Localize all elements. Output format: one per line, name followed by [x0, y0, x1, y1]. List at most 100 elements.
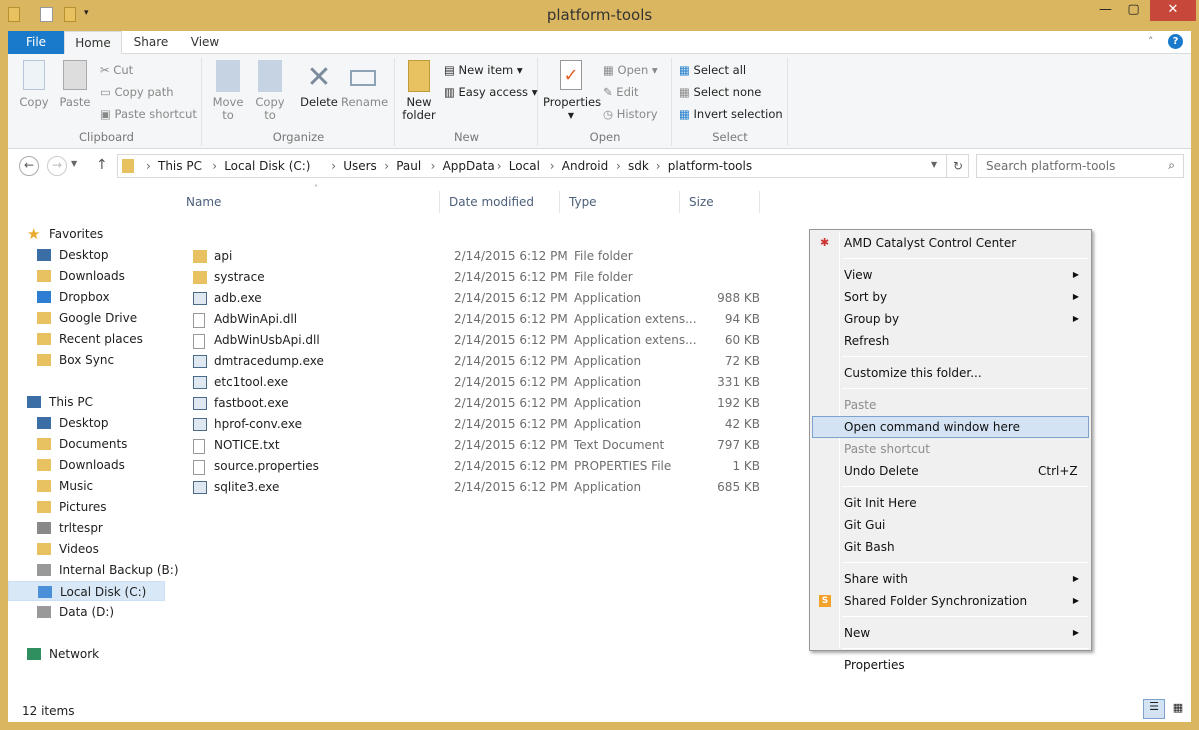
- breadcrumb-separator-icon[interactable]: ›: [212, 159, 217, 173]
- file-row[interactable]: NOTICE.txt 2/14/2015 6:12 PM Text Document…: [184, 435, 764, 456]
- nav-item-downloads[interactable]: Downloads: [8, 455, 165, 475]
- back-button[interactable]: ←: [19, 156, 39, 176]
- breadcrumb-item[interactable]: platform-tools: [668, 159, 752, 173]
- file-row[interactable]: dmtracedump.exe 2/14/2015 6:12 PM Applicat…: [184, 351, 764, 372]
- menu-item-view[interactable]: View ▶: [812, 264, 1089, 286]
- nav-item-google-drive[interactable]: Google Drive: [8, 308, 165, 328]
- breadcrumb-item[interactable]: sdk: [628, 159, 649, 173]
- open-button[interactable]: ▦ Open ▾: [603, 60, 658, 80]
- file-row[interactable]: AdbWinApi.dll 2/14/2015 6:12 PM Applicatio…: [184, 309, 764, 330]
- menu-item-open-command-window-here[interactable]: Open command window here: [812, 416, 1089, 438]
- breadcrumb-separator-icon[interactable]: ›: [331, 159, 336, 173]
- column-header-size[interactable]: Size: [680, 191, 760, 213]
- menu-item-group-by[interactable]: Group by ▶: [812, 308, 1089, 330]
- nav-item-trltespr[interactable]: trltespr: [8, 518, 165, 538]
- properties-button[interactable]: ✓ Properties ▼: [543, 60, 601, 122]
- nav-item-documents[interactable]: Documents: [8, 434, 165, 454]
- nav-item-local-disk-c-[interactable]: Local Disk (C:): [8, 581, 165, 601]
- file-row[interactable]: etc1tool.exe 2/14/2015 6:12 PM Application…: [184, 372, 764, 393]
- collapse-ribbon-icon[interactable]: ˄: [1148, 35, 1154, 48]
- nav-item-favorites[interactable]: ★ Favorites: [8, 224, 165, 244]
- breadcrumb-item[interactable]: Android: [562, 159, 608, 173]
- nav-item-downloads[interactable]: Downloads: [8, 266, 165, 286]
- menu-item-sort-by[interactable]: Sort by ▶: [812, 286, 1089, 308]
- nav-item-videos[interactable]: Videos: [8, 539, 165, 559]
- nav-item-desktop[interactable]: Desktop: [8, 245, 165, 265]
- address-dropdown-icon[interactable]: ▼: [931, 160, 937, 169]
- file-row[interactable]: adb.exe 2/14/2015 6:12 PM Application 988 K…: [184, 288, 764, 309]
- nav-item-desktop[interactable]: Desktop: [8, 413, 165, 433]
- menu-item-properties[interactable]: Properties: [812, 654, 1089, 676]
- breadcrumb-item[interactable]: Local Disk (C:): [224, 159, 310, 173]
- refresh-icon[interactable]: ↻: [946, 155, 969, 177]
- easy-access-button[interactable]: ▥ Easy access ▾: [444, 82, 537, 102]
- tab-share[interactable]: Share: [126, 31, 176, 54]
- menu-item-new[interactable]: New ▶: [812, 622, 1089, 644]
- copy-path-button[interactable]: ▭ Copy path: [100, 82, 174, 102]
- breadcrumb-item[interactable]: This PC: [158, 159, 202, 173]
- help-button[interactable]: ?: [1168, 34, 1183, 49]
- large-icons-view-button[interactable]: ▦: [1168, 701, 1188, 719]
- breadcrumb-item[interactable]: Paul: [396, 159, 421, 173]
- tab-home[interactable]: Home: [64, 31, 122, 54]
- menu-item-git-bash[interactable]: Git Bash: [812, 536, 1089, 558]
- breadcrumb-separator-icon[interactable]: ›: [550, 159, 555, 173]
- nav-item-box-sync[interactable]: Box Sync: [8, 350, 165, 370]
- tab-file[interactable]: File: [8, 31, 64, 54]
- move-to-button[interactable]: Move to: [211, 60, 245, 122]
- column-header-type[interactable]: Type: [560, 191, 680, 213]
- delete-button[interactable]: ✕ Delete: [299, 60, 339, 109]
- file-row[interactable]: systrace 2/14/2015 6:12 PM File folder: [184, 267, 764, 288]
- menu-item-customize-this-folder[interactable]: Customize this folder...: [812, 362, 1089, 384]
- nav-item-pictures[interactable]: Pictures: [8, 497, 165, 517]
- nav-item-internal-backup-b-[interactable]: Internal Backup (B:): [8, 560, 179, 580]
- file-row[interactable]: AdbWinUsbApi.dll 2/14/2015 6:12 PM Applica…: [184, 330, 764, 351]
- file-row[interactable]: api 2/14/2015 6:12 PM File folder: [184, 246, 764, 267]
- file-row[interactable]: hprof-conv.exe 2/14/2015 6:12 PM Applicati…: [184, 414, 764, 435]
- menu-item-git-init-here[interactable]: Git Init Here: [812, 492, 1089, 514]
- copy-to-button[interactable]: Copy to: [253, 60, 287, 122]
- file-row[interactable]: fastboot.exe 2/14/2015 6:12 PM Application…: [184, 393, 764, 414]
- new-folder-button[interactable]: New folder: [400, 60, 438, 122]
- file-row[interactable]: source.properties 2/14/2015 6:12 PM PROPER…: [184, 456, 764, 477]
- paste-shortcut-button[interactable]: ▣ Paste shortcut: [100, 104, 197, 124]
- column-header-name[interactable]: Name: [177, 191, 440, 213]
- cut-button[interactable]: ✂ Cut: [100, 60, 133, 80]
- invert-selection-button[interactable]: ▦ Invert selection: [679, 104, 783, 124]
- address-bar[interactable]: › This PC › Local Disk (C:) › Users › Paul › AppD…: [117, 154, 969, 178]
- nav-item-this-pc[interactable]: This PC: [8, 392, 165, 412]
- minimize-button[interactable]: —: [1092, 0, 1119, 21]
- breadcrumb-separator-icon[interactable]: ›: [616, 159, 621, 173]
- menu-item-share-with[interactable]: Share with ▶: [812, 568, 1089, 590]
- menu-item-git-gui[interactable]: Git Gui: [812, 514, 1089, 536]
- paste-button[interactable]: Paste: [58, 60, 92, 109]
- breadcrumb-separator-icon[interactable]: ›: [497, 159, 502, 173]
- select-none-button[interactable]: ▦ Select none: [679, 82, 761, 102]
- history-button[interactable]: ◷ History: [603, 104, 658, 124]
- breadcrumb-separator-icon[interactable]: ›: [146, 159, 151, 173]
- recent-locations-icon[interactable]: ▼: [71, 159, 77, 168]
- menu-item-paste[interactable]: Paste: [812, 394, 1089, 416]
- column-header-date[interactable]: Date modified: [440, 191, 560, 213]
- nav-item-data-d-[interactable]: Data (D:): [8, 602, 165, 622]
- menu-item-amd-catalyst-control-center[interactable]: AMD Catalyst Control Center ✱: [812, 232, 1089, 254]
- nav-item-music[interactable]: Music: [8, 476, 165, 496]
- breadcrumb-separator-icon[interactable]: ›: [656, 159, 661, 173]
- menu-item-shared-folder-synchronization[interactable]: Shared Folder Synchronization S ▶: [812, 590, 1089, 612]
- tab-view[interactable]: View: [180, 31, 230, 54]
- nav-item-dropbox[interactable]: Dropbox: [8, 287, 165, 307]
- search-input[interactable]: Search platform-tools ⌕: [976, 154, 1184, 178]
- breadcrumb-separator-icon[interactable]: ›: [384, 159, 389, 173]
- breadcrumb-item[interactable]: AppData: [443, 159, 495, 173]
- menu-item-refresh[interactable]: Refresh: [812, 330, 1089, 352]
- nav-item-recent-places[interactable]: Recent places: [8, 329, 165, 349]
- up-button[interactable]: ↑: [96, 157, 108, 173]
- breadcrumb-item[interactable]: Local: [509, 159, 540, 173]
- select-all-button[interactable]: ▦ Select all: [679, 60, 746, 80]
- menu-item-paste-shortcut[interactable]: Paste shortcut: [812, 438, 1089, 460]
- breadcrumb-separator-icon[interactable]: ›: [431, 159, 436, 173]
- breadcrumb-item[interactable]: Users: [343, 159, 377, 173]
- nav-item-network[interactable]: Network: [8, 644, 165, 664]
- rename-button[interactable]: Rename: [341, 60, 388, 109]
- forward-button[interactable]: →: [47, 156, 67, 176]
